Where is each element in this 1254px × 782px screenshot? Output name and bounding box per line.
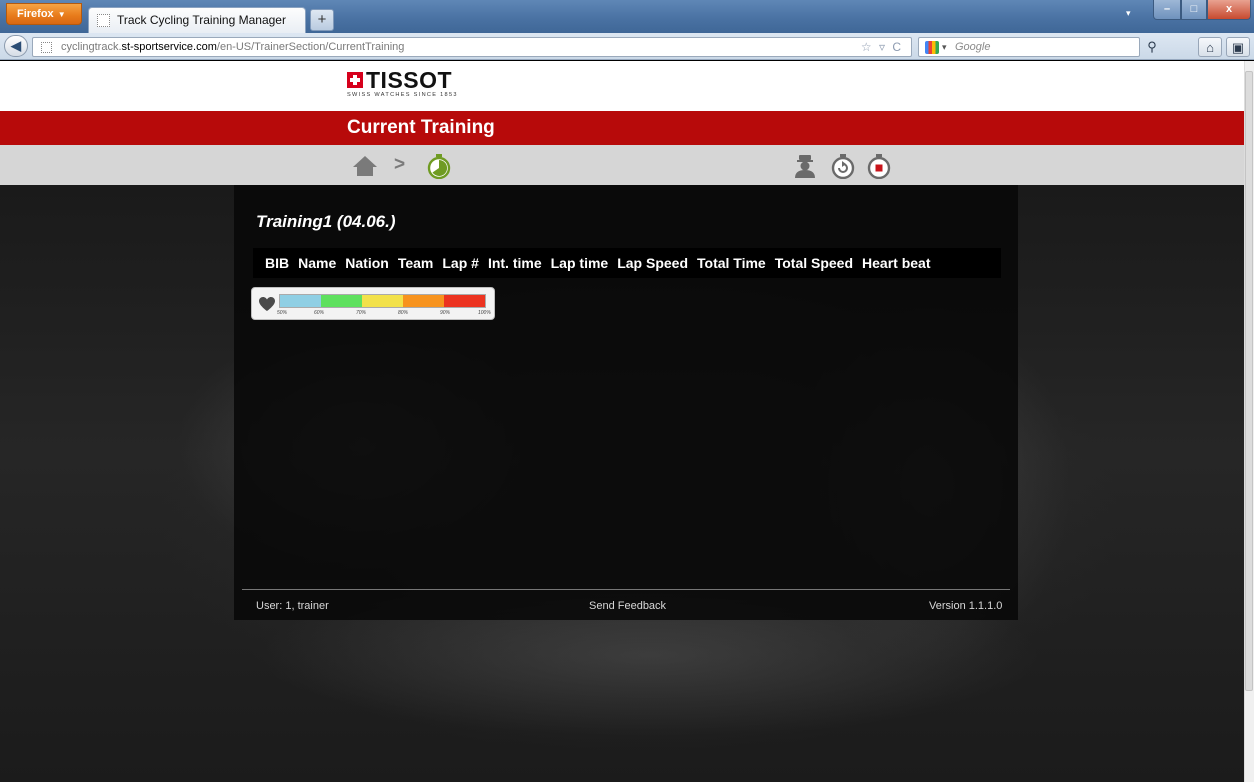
search-input[interactable]: ▾ Google — [918, 37, 1140, 57]
results-table-header: BIB Name Nation Team Lap # Int. time Lap… — [253, 248, 1001, 278]
zone-90-100 — [444, 295, 485, 307]
url-path: /en-US/TrainerSection/CurrentTraining — [216, 41, 405, 53]
heart-icon — [259, 297, 275, 311]
browser-tab-title: Track Cycling Training Manager — [117, 13, 286, 27]
restart-stopwatch-icon[interactable] — [830, 153, 856, 179]
column-header[interactable]: Int. time — [488, 255, 542, 271]
web-page: TISSOT SWISS WATCHES SINCE 1853 Current … — [0, 61, 1254, 782]
column-header[interactable]: Nation — [345, 255, 389, 271]
swiss-cross-icon — [347, 72, 363, 88]
chevron-down-icon: ▾ — [942, 42, 947, 52]
window-maximize-button[interactable]: □ — [1181, 0, 1207, 20]
column-header[interactable]: Total Speed — [775, 255, 853, 271]
url-bar-actions[interactable]: ☆ ▿ C — [861, 38, 903, 56]
window-close-button[interactable]: x — [1207, 0, 1251, 20]
heart-rate-labels: 50% 60% 70% 80% 90% 100% — [277, 310, 492, 318]
send-feedback-link[interactable]: Send Feedback — [589, 600, 666, 612]
version-label: Version 1.1.1.0 — [929, 600, 1003, 612]
column-header[interactable]: Name — [298, 255, 336, 271]
footer-divider — [242, 589, 1010, 590]
list-all-tabs-icon[interactable]: ▾ — [1126, 8, 1131, 19]
site-identity-icon — [41, 42, 52, 53]
zone-80-90 — [403, 295, 444, 307]
url-prefix: cyclingtrack. — [61, 41, 122, 53]
home-icon[interactable]: ⌂ — [1198, 37, 1222, 57]
column-header[interactable]: BIB — [265, 255, 289, 271]
browser-tab[interactable]: Track Cycling Training Manager — [88, 7, 306, 33]
search-placeholder: Google — [955, 41, 991, 53]
zone-60-70 — [321, 295, 362, 307]
page-scrollbar[interactable] — [1244, 61, 1254, 782]
column-header[interactable]: Total Time — [697, 255, 766, 271]
window-minimize-button[interactable]: – — [1153, 0, 1181, 20]
training-panel: Training1 (04.06.) BIB Name Nation Team … — [234, 185, 1018, 620]
column-header[interactable]: Lap # — [442, 255, 479, 271]
stopwatch-icon[interactable] — [426, 153, 452, 179]
logo-name: TISSOT — [366, 67, 453, 93]
url-host: st-sportservice.com — [121, 41, 217, 53]
back-arrow-icon[interactable]: ◀ — [4, 35, 28, 57]
new-tab-button[interactable]: + — [310, 9, 334, 31]
browser-navbar: ◀ cyclingtrack.st-sportservice.com/en-US… — [0, 33, 1254, 60]
addon-bar-icon[interactable]: ▣ — [1226, 37, 1250, 57]
hr-label: 90% — [440, 310, 451, 316]
hr-label: 100% — [478, 310, 491, 316]
hr-label: 60% — [314, 310, 325, 316]
toolbar: > — [0, 145, 1244, 185]
google-engine-icon[interactable] — [925, 41, 939, 54]
home-icon[interactable] — [352, 153, 378, 179]
magnifier-icon[interactable]: ⚲ — [1142, 37, 1162, 57]
logo-tagline: SWISS WATCHES SINCE 1853 — [347, 92, 458, 98]
trainer-icon[interactable] — [792, 153, 818, 179]
heart-rate-scale — [279, 294, 486, 308]
column-header[interactable]: Lap time — [551, 255, 609, 271]
heart-rate-legend: 50% 60% 70% 80% 90% 100% — [251, 287, 495, 320]
stop-stopwatch-icon[interactable] — [866, 153, 892, 179]
breadcrumb-separator: > — [394, 154, 406, 175]
firefox-menu-button[interactable]: Firefox ▼ — [6, 3, 82, 25]
column-header[interactable]: Heart beat — [862, 255, 930, 271]
hr-label: 50% — [277, 310, 288, 316]
hr-label: 80% — [398, 310, 409, 316]
tissot-logo[interactable]: TISSOT SWISS WATCHES SINCE 1853 — [347, 69, 458, 98]
scrollbar-thumb[interactable] — [1245, 71, 1253, 691]
url-bar[interactable]: cyclingtrack.st-sportservice.com/en-US/T… — [32, 37, 912, 57]
hr-label: 70% — [356, 310, 367, 316]
browser-titlebar: Firefox ▼ Track Cycling Training Manager … — [0, 0, 1254, 33]
chevron-down-icon: ▼ — [57, 10, 66, 19]
zone-70-80 — [362, 295, 403, 307]
column-header[interactable]: Lap Speed — [617, 255, 688, 271]
logo-bar: TISSOT SWISS WATCHES SINCE 1853 — [0, 61, 1244, 111]
training-title: Training1 (04.06.) — [256, 212, 396, 231]
page-title-bar: Current Training — [0, 111, 1244, 145]
column-header[interactable]: Team — [398, 255, 434, 271]
firefox-menu-label: Firefox — [17, 8, 54, 20]
page-title: Current Training — [347, 117, 495, 138]
zone-50-60 — [280, 295, 321, 307]
user-info: User: 1, trainer — [256, 600, 329, 612]
page-favicon-icon — [97, 14, 110, 27]
